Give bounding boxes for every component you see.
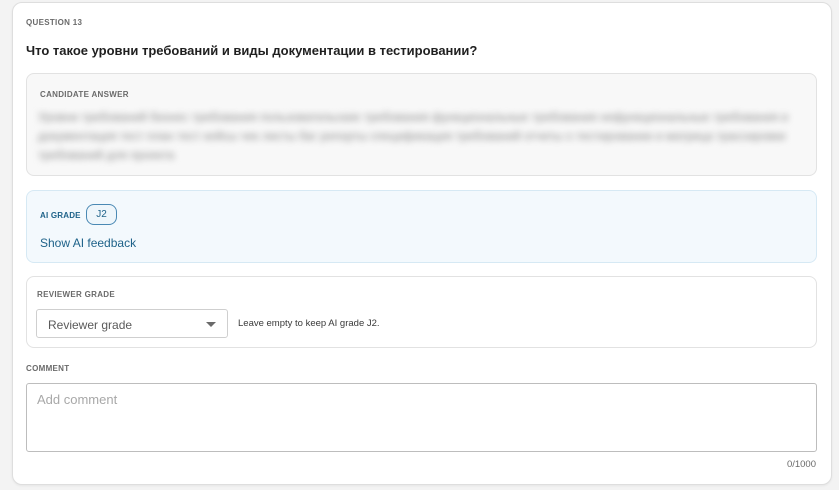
question-card: QUESTION 13 Что такое уровни требований … — [12, 2, 832, 485]
question-number: QUESTION 13 — [26, 18, 83, 27]
reviewer-grade-hint: Leave empty to keep AI grade J2. — [238, 318, 380, 329]
reviewer-grade-select-value: Reviewer grade — [48, 318, 133, 332]
reviewer-grade-label: REVIEWER GRADE — [37, 290, 115, 299]
ai-grade-panel: AI GRADE J2 Show AI feedback — [26, 190, 817, 263]
comment-field[interactable] — [26, 383, 817, 452]
caret-down-icon — [206, 322, 216, 327]
reviewer-grade-select[interactable]: Reviewer grade — [36, 309, 228, 338]
ai-grade-badge: J2 — [86, 204, 117, 225]
question-title: Что такое уровни требований и виды докум… — [26, 43, 478, 58]
candidate-answer-panel: CANDIDATE ANSWER Уровни требований бизне… — [26, 73, 817, 176]
reviewer-grade-panel: REVIEWER GRADE Reviewer grade Leave empt… — [26, 276, 817, 348]
candidate-answer-text: Уровни требований бизнес требования поль… — [38, 110, 789, 162]
ai-grade-label: AI GRADE — [40, 211, 81, 220]
comment-label: COMMENT — [26, 364, 70, 373]
show-ai-feedback-link[interactable]: Show AI feedback — [40, 236, 136, 250]
comment-char-counter: 0/1000 — [786, 459, 816, 470]
candidate-answer-label: CANDIDATE ANSWER — [40, 90, 129, 99]
